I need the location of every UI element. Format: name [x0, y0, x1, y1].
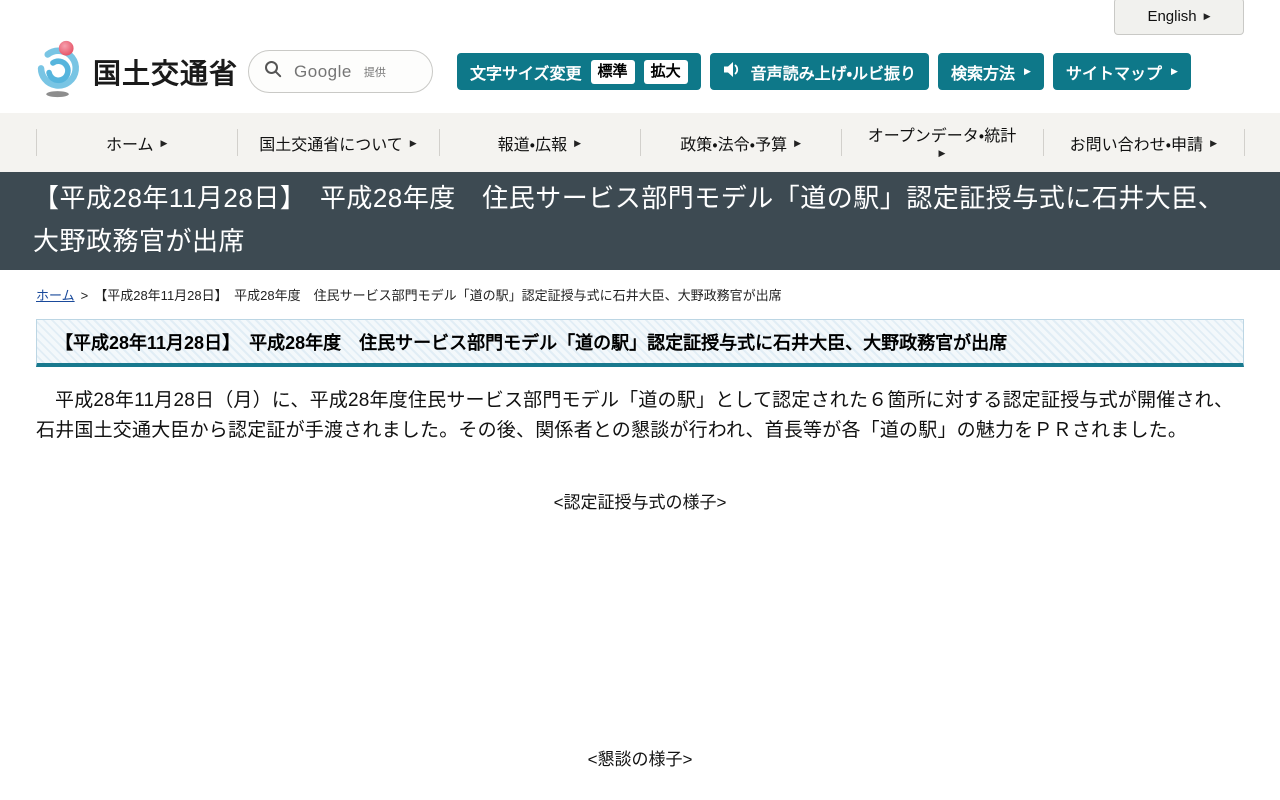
- chevron-right-icon: ▶: [160, 138, 168, 148]
- photo-placeholder-area: [0, 513, 1280, 745]
- breadcrumb: ホーム > 【平成28年11月28日】 平成28年度 住民サービス部門モデル「道の駅…: [36, 285, 1244, 304]
- nav-item-press[interactable]: 報道・広報 ▶: [438, 113, 640, 172]
- meeting-caption: <懇談の様子>: [587, 750, 693, 769]
- chevron-right-icon: ▶: [794, 138, 802, 148]
- site-title: 国土交通省: [93, 57, 239, 89]
- nav-item-label: お問い合わせ・申請: [1069, 136, 1204, 154]
- english-label: English: [1147, 8, 1197, 25]
- chevron-right-icon: ▶: [1024, 66, 1031, 76]
- article-heading: 【平成28年11月28日】 平成28年度 住民サービス部門モデル「道の駅」認定証…: [36, 319, 1244, 367]
- site-header: English ▶ 国土交通省 Google 提供 文字サイズ変更 標準 拡大 …: [0, 0, 1280, 113]
- sitemap-label: サイトマップ: [1065, 65, 1162, 83]
- search-provider-note: 提供: [363, 66, 386, 79]
- breadcrumb-current: 【平成28年11月28日】 平成28年度 住民サービス部門モデル「道の駅」認定証…: [94, 288, 782, 303]
- chevron-right-icon: ▶: [409, 138, 417, 148]
- nav-item-label: オープンデータ・統計: [867, 128, 1017, 146]
- sitemap-button[interactable]: サイトマップ ▶: [1052, 53, 1191, 90]
- nav-item-label: 報道・広報: [497, 136, 568, 154]
- nav-item-label: 国土交通省について: [259, 136, 403, 154]
- search-provider-label: Google: [294, 61, 352, 81]
- mlit-logo-icon: [35, 38, 87, 105]
- nav-item-opendata[interactable]: オープンデータ・統計 ▶: [841, 113, 1042, 172]
- ceremony-caption: <認定証授与式の様子>: [553, 493, 727, 512]
- english-button[interactable]: English ▶: [1114, 0, 1244, 35]
- nav-item-home[interactable]: ホーム ▶: [36, 113, 237, 172]
- breadcrumb-home-link[interactable]: ホーム: [36, 288, 75, 303]
- speaker-icon: [723, 61, 742, 83]
- nav-item-contact[interactable]: お問い合わせ・申請 ▶: [1042, 113, 1246, 172]
- article-heading-text: 【平成28年11月28日】 平成28年度 住民サービス部門モデル「道の駅」認定証…: [55, 333, 1008, 353]
- speech-readout-label: 音声読み上げ・ルビ振り: [750, 65, 917, 83]
- chevron-right-icon: ▶: [574, 138, 581, 148]
- page-title-banner: 【平成28年11月28日】 平成28年度 住民サービス部門モデル「道の駅」認定証…: [0, 172, 1280, 270]
- nav-item-label: 政策・法令・予算: [680, 136, 788, 154]
- search-input[interactable]: Google 提供: [248, 50, 434, 93]
- mlit-logo[interactable]: 国土交通省: [35, 38, 238, 105]
- nav-item-about[interactable]: 国土交通省について ▶: [237, 113, 438, 172]
- search-method-label: 検索方法: [951, 65, 1016, 83]
- font-size-label: 文字サイズ変更: [470, 65, 582, 83]
- chevron-right-icon: ▶: [1210, 138, 1217, 148]
- search-method-button[interactable]: 検索方法 ▶: [938, 53, 1044, 90]
- chevron-down-line-icon: ▶: [938, 147, 946, 158]
- speech-readout-button[interactable]: 音声読み上げ・ルビ振り: [709, 53, 930, 90]
- global-nav: ホーム ▶ 国土交通省について ▶ 報道・広報 ▶ 政策・法令・予算 ▶ オープ…: [0, 113, 1280, 172]
- font-size-button: 文字サイズ変更 標準 拡大: [457, 53, 701, 90]
- page-title: 【平成28年11月28日】 平成28年度 住民サービス部門モデル「道の駅」認定証…: [33, 183, 1225, 256]
- breadcrumb-separator: >: [80, 288, 89, 303]
- article-paragraph: 平成28年11月28日（月）に、平成28年度住民サービス部門モデル「道の駅」とし…: [36, 390, 1234, 441]
- nav-item-label: ホーム: [105, 136, 154, 154]
- chevron-right-icon: ▶: [1203, 11, 1211, 21]
- chevron-right-icon: ▶: [1170, 66, 1178, 76]
- nav-item-policy[interactable]: 政策・法令・予算 ▶: [639, 113, 841, 172]
- search-icon: [264, 60, 282, 83]
- font-size-large-button[interactable]: 拡大: [643, 59, 688, 84]
- font-size-standard-button[interactable]: 標準: [590, 59, 635, 84]
